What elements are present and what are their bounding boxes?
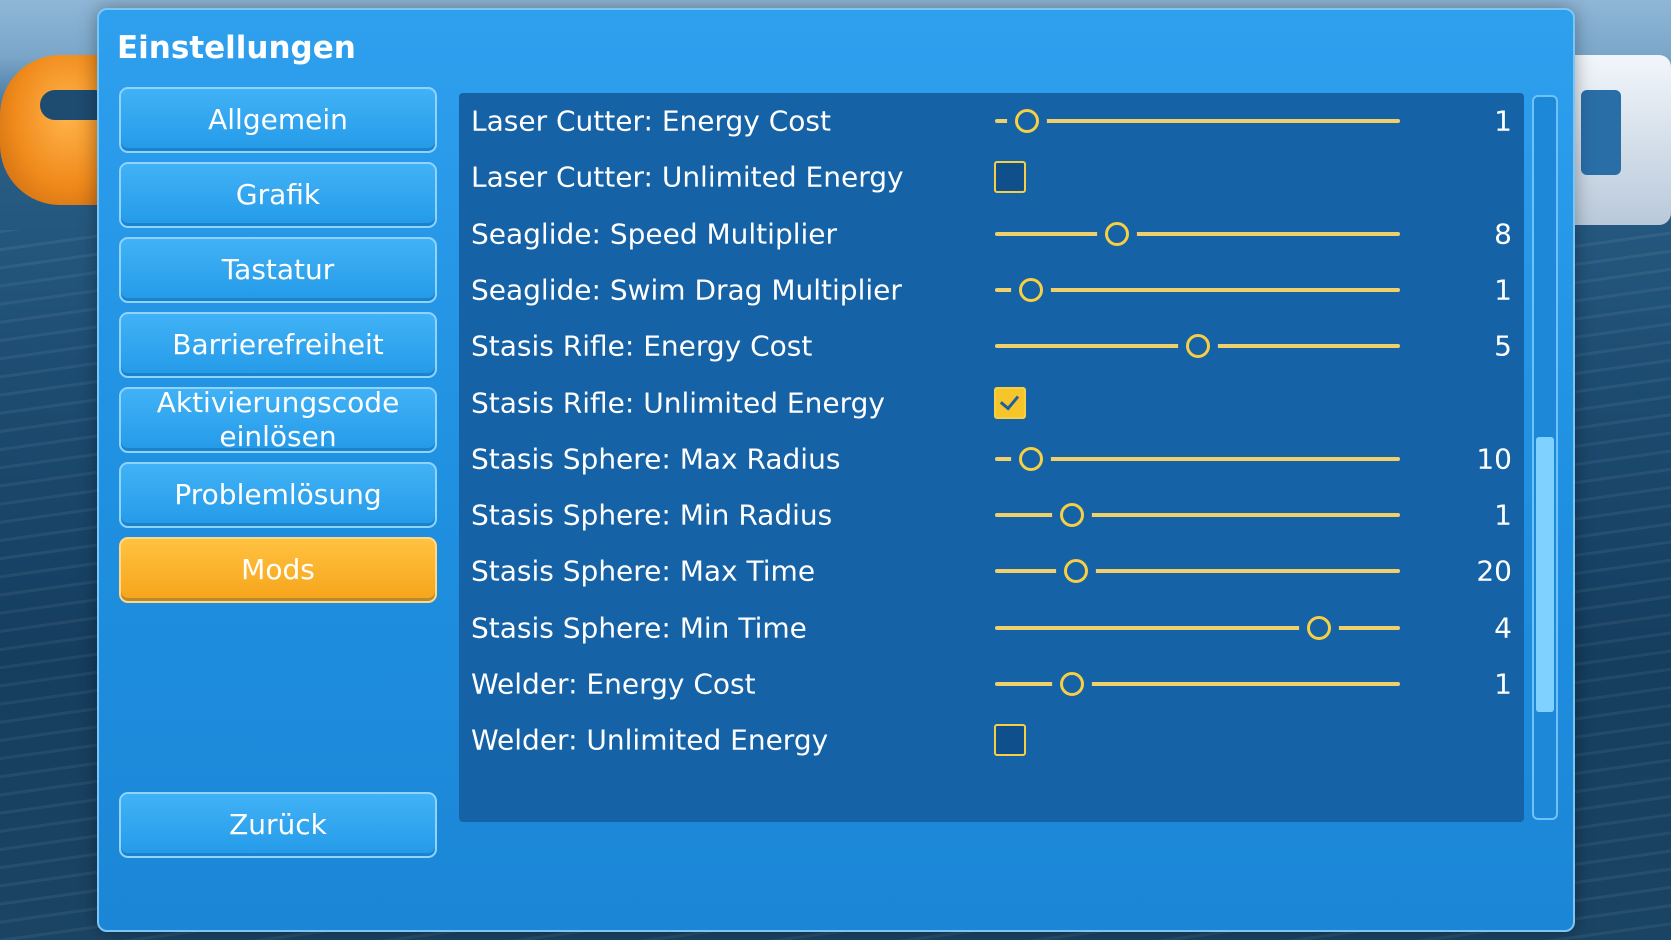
option-row: Seaglide: Swim Drag Multiplier 1 (459, 260, 1524, 320)
option-row: Stasis Sphere: Min Time 4 (459, 598, 1524, 658)
slider-track (995, 625, 1400, 630)
back-button-label: Zurück (229, 808, 327, 842)
option-label: Stasis Sphere: Max Radius (471, 442, 841, 476)
tab-allgemein[interactable]: Allgemein (119, 87, 437, 153)
checkmark-icon (999, 389, 1020, 411)
slider-track (995, 682, 1400, 686)
slider-handle[interactable] (1185, 334, 1210, 359)
option-value: 1 (1494, 273, 1512, 307)
slider-handle[interactable] (1015, 109, 1040, 133)
option-row: Laser Cutter: Energy Cost 1 (459, 91, 1524, 151)
slider-handle[interactable] (1104, 221, 1129, 246)
option-slider[interactable] (995, 503, 1400, 528)
option-label: Seaglide: Speed Multiplier (471, 217, 838, 251)
option-label: Welder: Energy Cost (471, 667, 756, 701)
tab-grafik[interactable]: Grafik (119, 162, 437, 228)
option-value: 1 (1494, 667, 1512, 701)
tab-label: Grafik (235, 178, 321, 212)
slider-track (995, 456, 1400, 461)
option-slider[interactable] (995, 672, 1400, 696)
option-label: Stasis Sphere: Min Radius (471, 498, 833, 532)
option-slider[interactable] (995, 559, 1400, 584)
option-value: 1 (1494, 104, 1512, 138)
option-slider[interactable] (995, 446, 1400, 471)
slider-handle[interactable] (1059, 503, 1084, 528)
option-slider[interactable] (995, 615, 1400, 640)
slider-track (995, 231, 1400, 236)
option-checkbox[interactable] (994, 724, 1026, 757)
option-label: Stasis Sphere: Min Time (471, 611, 807, 645)
slider-track (995, 287, 1400, 292)
scrollbar-thumb[interactable] (1536, 437, 1554, 712)
slider-track (995, 513, 1400, 518)
slider-handle[interactable] (1307, 615, 1331, 640)
back-button[interactable]: Zurück (119, 792, 437, 858)
settings-panel: Einstellungen Allgemein Grafik Tastatur Bar… (97, 8, 1575, 932)
tab-label: Aktivierungscode einlösen (156, 386, 400, 453)
slider-handle[interactable] (1019, 446, 1044, 471)
option-label: Welder: Unlimited Energy (471, 723, 829, 757)
background-logo-left (0, 55, 110, 205)
option-label: Laser Cutter: Unlimited Energy (471, 160, 904, 194)
option-label: Stasis Rifle: Unlimited Energy (471, 386, 885, 419)
option-label: Seaglide: Swim Drag Multiplier (471, 273, 902, 307)
tab-mods[interactable]: Mods (119, 537, 437, 603)
option-value: 8 (1494, 217, 1512, 251)
option-checkbox[interactable] (994, 386, 1026, 419)
option-row: Laser Cutter: Unlimited Energy (459, 147, 1524, 207)
option-row: Welder: Energy Cost 1 (459, 654, 1524, 714)
option-row: Welder: Unlimited Energy (459, 710, 1524, 770)
background-logo-right (1561, 55, 1671, 225)
option-value: 20 (1476, 554, 1512, 588)
option-row: Stasis Rifle: Energy Cost 5 (459, 316, 1524, 376)
slider-handle[interactable] (1019, 277, 1044, 302)
option-row: Stasis Rifle: Unlimited Energy (459, 373, 1524, 433)
option-slider[interactable] (995, 109, 1400, 133)
option-row: Stasis Sphere: Min Radius 1 (459, 485, 1524, 545)
tab-barrierefreiheit[interactable]: Barrierefreiheit (119, 312, 437, 378)
option-checkbox[interactable] (994, 161, 1026, 194)
tab-label: Barrierefreiheit (172, 328, 384, 362)
option-slider[interactable] (995, 221, 1400, 246)
option-value: 10 (1476, 442, 1512, 476)
page-title: Einstellungen (117, 30, 356, 66)
tab-label: Allgemein (208, 103, 348, 137)
tab-tastatur[interactable]: Tastatur (119, 237, 437, 303)
option-slider[interactable] (995, 334, 1400, 359)
option-row: Stasis Sphere: Max Radius 10 (459, 429, 1524, 489)
slider-handle[interactable] (1059, 672, 1084, 696)
option-value: 4 (1494, 611, 1512, 645)
slider-handle[interactable] (1064, 559, 1088, 584)
tab-label: Mods (241, 553, 315, 587)
option-value: 5 (1494, 329, 1512, 363)
option-label: Laser Cutter: Energy Cost (471, 104, 831, 138)
tab-aktivierungscode-einlösen[interactable]: Aktivierungscode einlösen (119, 386, 437, 453)
option-label: Stasis Rifle: Energy Cost (471, 329, 813, 363)
mod-options-list: Laser Cutter: Energy Cost 1 Laser Cutter: … (459, 93, 1524, 822)
option-slider[interactable] (995, 277, 1400, 302)
tab-label: Problemlösung (174, 478, 382, 512)
option-label: Stasis Sphere: Max Time (471, 554, 816, 588)
slider-track (995, 119, 1400, 123)
option-value: 1 (1494, 498, 1512, 532)
tab-problemlösung[interactable]: Problemlösung (119, 462, 437, 528)
scrollbar[interactable] (1532, 95, 1558, 820)
option-row: Seaglide: Speed Multiplier 8 (459, 204, 1524, 264)
slider-track (995, 569, 1400, 574)
tab-label: Tastatur (221, 253, 335, 287)
option-row: Stasis Sphere: Max Time 20 (459, 541, 1524, 601)
